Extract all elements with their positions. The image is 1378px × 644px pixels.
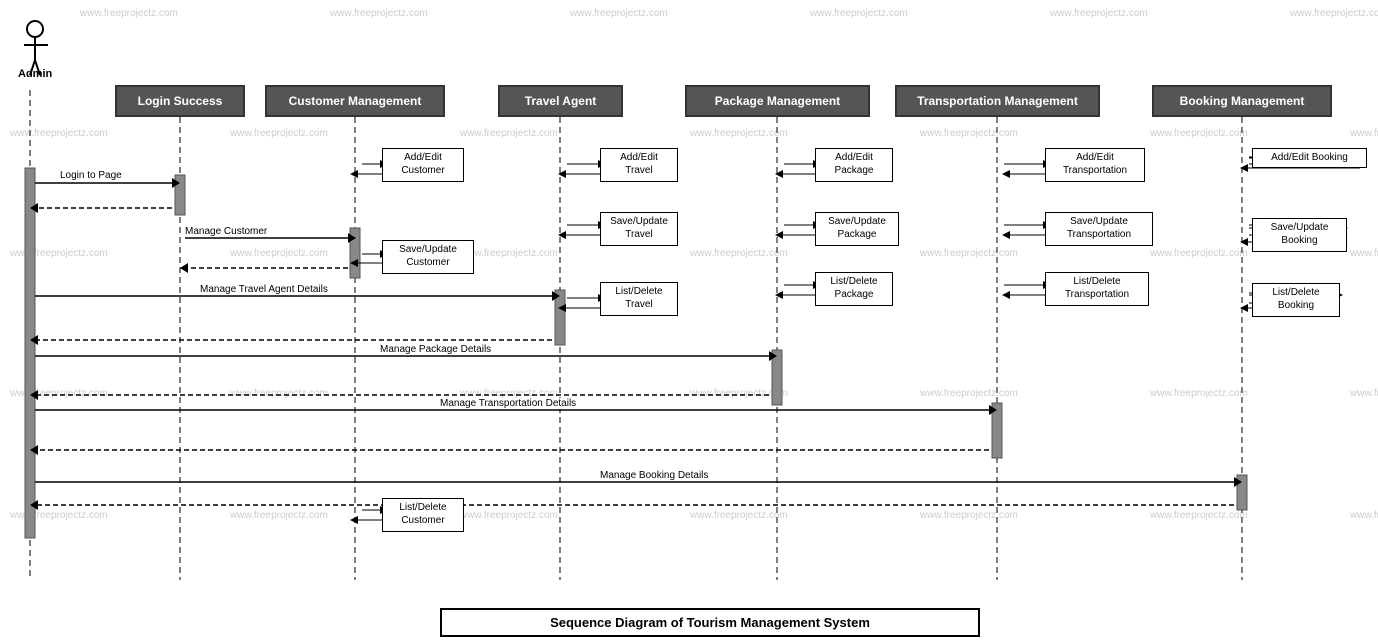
- watermark-16: www.freeprojectz.com: [460, 248, 558, 259]
- watermark-30: www.freeprojectz.com: [460, 510, 558, 521]
- notebox-listdelete-package: List/DeletePackage: [815, 272, 893, 306]
- notebox-saveupdate-package: Save/UpdatePackage: [815, 212, 899, 246]
- watermark-7: www.freeprojectz.com: [10, 128, 108, 139]
- actor-label: Admin: [18, 68, 52, 80]
- watermark-13: www.freeprojectz.com: [1350, 128, 1378, 139]
- label-manage-package: Manage Package Details: [380, 344, 491, 355]
- watermark-17: www.freeprojectz.com: [690, 248, 788, 259]
- watermark-2: www.freeprojectz.com: [330, 8, 428, 19]
- label-manage-booking: Manage Booking Details: [600, 470, 708, 481]
- notebox-addedit-transport: Add/EditTransportation: [1045, 148, 1145, 182]
- notebox-saveupdate-transport: Save/UpdateTransportation: [1045, 212, 1153, 246]
- watermark-28: www.freeprojectz.com: [10, 510, 108, 521]
- watermark-10: www.freeprojectz.com: [690, 128, 788, 139]
- lifeline-travel: Travel Agent: [498, 85, 623, 117]
- notebox-saveupdate-booking: Save/UpdateBooking: [1252, 218, 1347, 252]
- watermark-4: www.freeprojectz.com: [810, 8, 908, 19]
- watermark-14: www.freeprojectz.com: [10, 248, 108, 259]
- notebox-addedit-customer: Add/EditCustomer: [382, 148, 464, 182]
- lifeline-login: Login Success: [115, 85, 245, 117]
- watermark-3: www.freeprojectz.com: [570, 8, 668, 19]
- lifeline-booking: Booking Management: [1152, 85, 1332, 117]
- watermark-8: www.freeprojectz.com: [230, 128, 328, 139]
- watermark-11: www.freeprojectz.com: [920, 128, 1018, 139]
- watermark-31: www.freeprojectz.com: [690, 510, 788, 521]
- watermark-15: www.freeprojectz.com: [230, 248, 328, 259]
- notebox-listdelete-booking: List/DeleteBooking: [1252, 283, 1340, 317]
- label-manage-travel: Manage Travel Agent Details: [200, 284, 328, 295]
- notebox-listdelete-transport: List/DeleteTransportation: [1045, 272, 1149, 306]
- watermark-18: www.freeprojectz.com: [920, 248, 1018, 259]
- actor-admin: Admin: [18, 20, 52, 80]
- label-login-to-page: Login to Page: [60, 170, 122, 181]
- watermark-20: www.freeprojectz.com: [1350, 248, 1378, 259]
- notebox-listdelete-customer: List/DeleteCustomer: [382, 498, 464, 532]
- lifeline-package: Package Management: [685, 85, 870, 117]
- watermark-27: www.freeprojectz.com: [1350, 388, 1378, 399]
- watermark-9: www.freeprojectz.com: [460, 128, 558, 139]
- watermark-33: www.freeprojectz.com: [1150, 510, 1248, 521]
- watermark-21: www.freeprojectz.com: [10, 388, 108, 399]
- watermark-26: www.freeprojectz.com: [1150, 388, 1248, 399]
- watermark-6: www.freeprojectz.com: [1290, 8, 1378, 19]
- notebox-addedit-travel: Add/EditTravel: [600, 148, 678, 182]
- watermark-24: www.freeprojectz.com: [690, 388, 788, 399]
- watermark-29: www.freeprojectz.com: [230, 510, 328, 521]
- notebox-listdelete-travel: List/DeleteTravel: [600, 282, 678, 316]
- watermark-12: www.freeprojectz.com: [1150, 128, 1248, 139]
- watermark-5: www.freeprojectz.com: [1050, 8, 1148, 19]
- watermark-19: www.freeprojectz.com: [1150, 248, 1248, 259]
- watermark-1: www.freeprojectz.com: [80, 8, 178, 19]
- watermark-32: www.freeprojectz.com: [920, 510, 1018, 521]
- notebox-addedit-booking: Add/Edit Booking: [1252, 148, 1367, 168]
- lifeline-customer: Customer Management: [265, 85, 445, 117]
- label-manage-customer: Manage Customer: [185, 226, 267, 237]
- notebox-addedit-package: Add/EditPackage: [815, 148, 893, 182]
- label-manage-transport: Manage Transportation Details: [440, 398, 576, 409]
- diagram-title: Sequence Diagram of Tourism Management S…: [440, 608, 980, 637]
- lifeline-transport: Transportation Management: [895, 85, 1100, 117]
- watermark-34: www.freeprojectz.com: [1350, 510, 1378, 521]
- notebox-saveupdate-customer: Save/UpdateCustomer: [382, 240, 474, 274]
- notebox-saveupdate-travel: Save/UpdateTravel: [600, 212, 678, 246]
- watermark-25: www.freeprojectz.com: [920, 388, 1018, 399]
- watermark-22: www.freeprojectz.com: [230, 388, 328, 399]
